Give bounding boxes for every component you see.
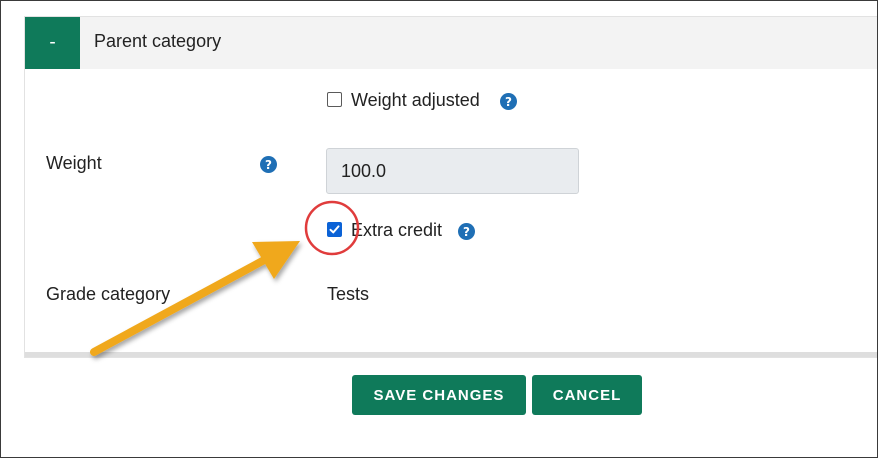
grade-category-value: Tests [327, 284, 370, 304]
checkmark-icon [329, 225, 340, 234]
extra-credit-checkbox[interactable] [327, 222, 342, 237]
extra-credit-label: Extra credit [351, 220, 443, 240]
section-header: - Parent category [25, 17, 877, 69]
weight-label: Weight [46, 153, 102, 173]
weight-input[interactable]: 100.0 [326, 148, 579, 194]
collapse-button[interactable]: - [25, 17, 80, 69]
weight-help-icon[interactable]: ? [260, 156, 277, 173]
save-changes-button[interactable]: SAVE CHANGES [352, 375, 526, 415]
weight-adjusted-help-icon[interactable]: ? [500, 93, 517, 110]
section-title: Parent category [94, 31, 222, 51]
weight-adjusted-checkbox[interactable] [327, 92, 342, 107]
grade-category-label: Grade category [46, 284, 171, 304]
extra-credit-help-icon[interactable]: ? [458, 223, 475, 240]
cancel-button[interactable]: CANCEL [532, 375, 642, 415]
section-footer-bar [25, 352, 877, 357]
weight-adjusted-label: Weight adjusted [351, 90, 480, 110]
